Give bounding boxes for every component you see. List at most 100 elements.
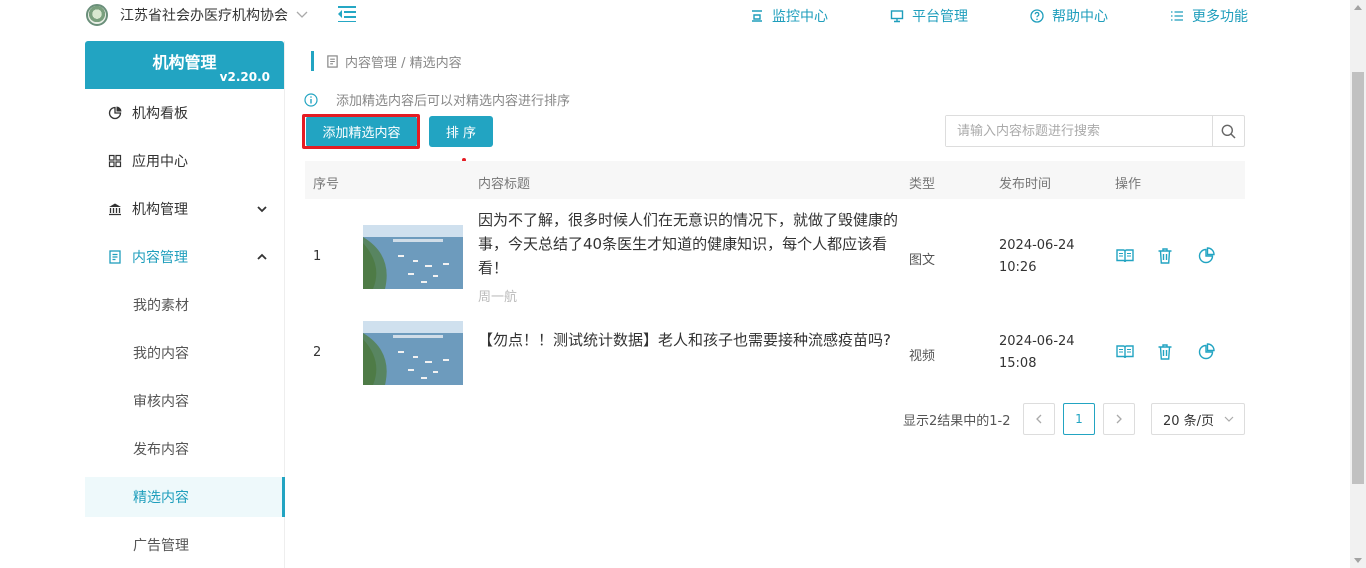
nav-help-center-label: 帮助中心 xyxy=(1052,9,1108,25)
sidebar-item-label: 机构看板 xyxy=(132,106,188,122)
sidebar-item-label: 我的内容 xyxy=(133,346,189,362)
publish-time: 2024-06-24 10:26 xyxy=(999,235,1075,279)
sidebar-item-featured-content[interactable]: 精选内容 xyxy=(85,477,285,517)
sidebar-item-org-manage[interactable]: 机构管理 xyxy=(85,189,285,229)
chevron-right-icon xyxy=(1116,414,1122,424)
delete-icon[interactable] xyxy=(1155,342,1175,362)
sort-button[interactable]: 排 序 xyxy=(429,116,493,147)
sidebar-item-review-content[interactable]: 审核内容 xyxy=(85,381,285,421)
content-type: 图文 xyxy=(909,253,936,268)
sidebar-item-label: 发布内容 xyxy=(133,442,189,458)
breadcrumb-text: 内容管理 / 精选内容 xyxy=(345,55,462,71)
scroll-down-arrow-icon[interactable] xyxy=(1354,558,1362,563)
pie-chart-icon xyxy=(108,106,122,120)
version-label: v2.20.0 xyxy=(219,70,270,84)
column-header-index: 序号 xyxy=(313,177,340,192)
sidebar-item-label: 广告管理 xyxy=(133,538,189,554)
delete-icon[interactable] xyxy=(1155,246,1175,266)
nav-monitor-center[interactable]: 监控中心 xyxy=(750,6,828,26)
list-icon xyxy=(1171,11,1183,21)
monitor-center-icon xyxy=(752,10,762,22)
scroll-up-arrow-icon[interactable] xyxy=(1354,5,1362,10)
org-switcher[interactable]: 江苏省社会办医疗机构协会 xyxy=(86,4,308,26)
table-row: 2 【勿点！！测试统计数据】老人和孩子也需要接种流感疫苗吗? 视频 2024-0… xyxy=(305,302,1245,398)
publish-clock: 15:08 xyxy=(999,356,1037,371)
sidebar-item-label: 机构管理 xyxy=(132,202,188,218)
preview-icon[interactable] xyxy=(1115,342,1135,362)
info-tip: 添加精选内容后可以对精选内容进行排序 xyxy=(304,90,570,109)
info-icon xyxy=(304,92,318,107)
search-button[interactable] xyxy=(1212,116,1244,146)
page-number-button[interactable]: 1 xyxy=(1063,403,1095,435)
sidebar-item-label: 应用中心 xyxy=(132,154,188,170)
content-thumbnail[interactable] xyxy=(363,321,463,385)
help-circle-icon xyxy=(1030,9,1044,23)
org-name: 江苏省社会办医疗机构协会 xyxy=(120,8,288,24)
next-page-button[interactable] xyxy=(1103,403,1135,435)
sidebar-item-label: 我的素材 xyxy=(133,298,189,314)
sidebar-item-content-manage[interactable]: 内容管理 xyxy=(85,237,285,277)
statistics-icon[interactable] xyxy=(1196,246,1216,266)
page-size-select[interactable]: 20 条/页 xyxy=(1151,403,1245,435)
search-box xyxy=(945,115,1245,147)
column-header-actions: 操作 xyxy=(1115,177,1142,192)
nav-platform-manage[interactable]: 平台管理 xyxy=(890,6,968,26)
sidebar-item-my-materials[interactable]: 我的素材 xyxy=(85,285,285,325)
chevron-up-icon xyxy=(257,253,267,260)
table-header: 序号 内容标题 类型 发布时间 操作 xyxy=(305,161,1245,199)
sidebar-item-label: 审核内容 xyxy=(133,394,189,410)
chevron-left-icon xyxy=(1036,414,1042,424)
content-thumbnail[interactable] xyxy=(363,225,463,289)
chevron-down-icon xyxy=(1224,416,1234,422)
document-icon xyxy=(327,54,338,68)
org-logo xyxy=(86,4,108,26)
highlight-box xyxy=(302,114,420,149)
nav-more-functions-label: 更多功能 xyxy=(1192,9,1248,25)
top-bar: 江苏省社会办医疗机构协会 监控中心 平台管理 帮助中心 更多功能 xyxy=(0,0,1350,32)
publish-date: 2024-06-24 xyxy=(999,238,1075,253)
search-input[interactable] xyxy=(946,116,1212,146)
content-title[interactable]: 因为不了解，很多时候人们在无意识的情况下，就做了毁健康的事，今天总结了40条医生… xyxy=(478,208,898,280)
page-size-value: 20 条/页 xyxy=(1163,413,1215,429)
breadcrumb: 内容管理 / 精选内容 xyxy=(311,51,462,71)
content-type: 视频 xyxy=(909,349,936,364)
desktop-icon xyxy=(890,10,904,23)
nav-platform-manage-label: 平台管理 xyxy=(912,9,968,25)
prev-page-button[interactable] xyxy=(1023,403,1055,435)
nav-help-center[interactable]: 帮助中心 xyxy=(1030,6,1108,26)
column-header-title: 内容标题 xyxy=(478,177,531,192)
breadcrumb-accent-bar xyxy=(311,51,314,71)
nav-more-functions[interactable]: 更多功能 xyxy=(1170,6,1248,26)
sidebar-item-app-center[interactable]: 应用中心 xyxy=(85,141,285,181)
page-scrollbar[interactable] xyxy=(1350,0,1366,568)
bank-icon xyxy=(109,203,121,216)
chevron-down-icon xyxy=(257,206,267,213)
table-row: 1 因为不了解，很多时候人们在无意识的情况下，就做了毁健康的事，今天总结了40条… xyxy=(305,206,1245,305)
preview-icon[interactable] xyxy=(1115,246,1135,266)
sidebar-item-ad-manage[interactable]: 广告管理 xyxy=(85,525,285,565)
pagination-summary: 显示2结果中的1-2 xyxy=(903,413,1011,429)
row-index: 1 xyxy=(313,249,322,264)
info-text: 添加精选内容后可以对精选内容进行排序 xyxy=(336,94,571,109)
document-icon xyxy=(109,250,121,264)
row-index: 2 xyxy=(313,345,322,360)
sidebar-header: 机构管理 v2.20.0 xyxy=(85,41,284,89)
chevron-down-icon xyxy=(296,11,308,18)
menu-fold-icon[interactable] xyxy=(338,6,356,22)
sidebar-item-dashboard[interactable]: 机构看板 xyxy=(85,93,285,133)
search-icon xyxy=(1221,124,1236,139)
sidebar-item-publish-content[interactable]: 发布内容 xyxy=(85,429,285,469)
content-title[interactable]: 【勿点！！测试统计数据】老人和孩子也需要接种流感疫苗吗? xyxy=(478,328,898,352)
statistics-icon[interactable] xyxy=(1196,342,1216,362)
column-header-time: 发布时间 xyxy=(999,177,1052,192)
column-header-type: 类型 xyxy=(909,177,936,192)
grid-icon xyxy=(108,154,122,168)
nav-monitor-center-label: 监控中心 xyxy=(772,9,828,25)
publish-date: 2024-06-24 xyxy=(999,334,1075,349)
scrollbar-thumb[interactable] xyxy=(1352,72,1364,484)
sidebar-item-my-content[interactable]: 我的内容 xyxy=(85,333,285,373)
sidebar: 机构管理 v2.20.0 机构看板 应用中心 机构管理 内容管理 我的素材 我的… xyxy=(85,41,285,568)
sidebar-item-label: 精选内容 xyxy=(133,490,189,506)
publish-clock: 10:26 xyxy=(999,260,1037,275)
publish-time: 2024-06-24 15:08 xyxy=(999,331,1075,375)
